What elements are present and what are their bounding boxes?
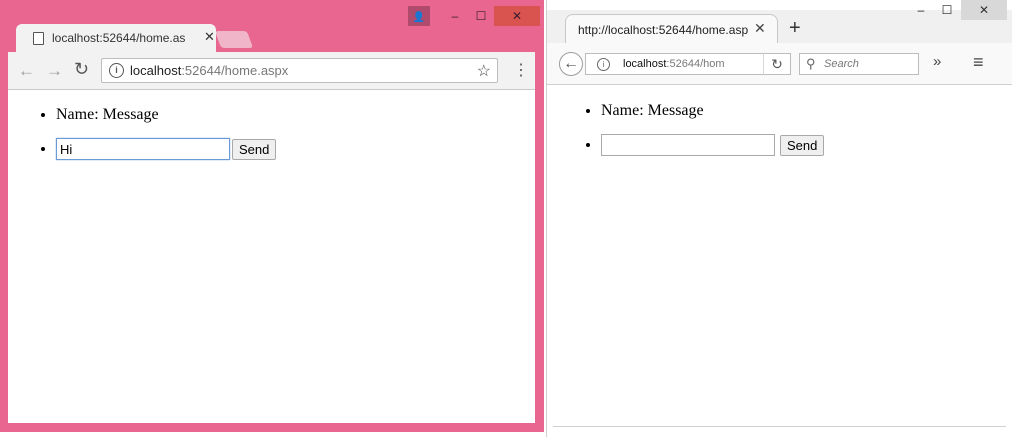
reload-icon[interactable]: ↻ xyxy=(74,59,89,80)
page-icon xyxy=(33,32,44,45)
back-icon[interactable]: ← xyxy=(559,52,583,76)
bottom-divider xyxy=(553,426,1006,427)
back-icon[interactable]: ← xyxy=(18,61,35,81)
bookmark-star-icon[interactable]: ☆ xyxy=(477,61,491,81)
url-path: :52644/hom xyxy=(666,58,725,70)
toolbar: i localhost:52644/hom ← ↻ ⚲ Search » ≡ xyxy=(547,43,1012,85)
maximize-button[interactable]: ☐ xyxy=(472,6,490,26)
send-button[interactable]: Send xyxy=(232,138,277,160)
send-button[interactable]: Send xyxy=(780,134,825,156)
close-tab-icon[interactable]: ✕ xyxy=(754,20,766,37)
forward-icon[interactable]: → xyxy=(46,61,63,81)
message-input[interactable] xyxy=(601,134,775,156)
close-window-button[interactable]: ✕ xyxy=(494,6,540,26)
tab-home[interactable]: localhost:52644/home.aspx ✕ xyxy=(16,24,216,52)
info-icon[interactable]: i xyxy=(597,58,610,71)
tab-title: http://localhost:52644/home.aspx xyxy=(578,23,748,37)
list-item: Name: Message xyxy=(56,106,535,124)
search-icon: ⚲ xyxy=(806,56,816,71)
menu-kebab-icon[interactable]: ⋮ xyxy=(513,60,529,80)
info-icon[interactable]: i xyxy=(109,63,124,78)
tab-title: localhost:52644/home.aspx xyxy=(52,31,186,45)
url-host: localhost xyxy=(623,58,667,70)
message-list: Name: Message Send xyxy=(8,90,535,160)
close-window-button[interactable]: ✕ xyxy=(961,0,1007,20)
firefox-window: http://localhost:52644/home.aspx ✕ + ‒ ☐… xyxy=(546,0,1012,437)
search-placeholder: Search xyxy=(824,58,859,70)
tab-home[interactable]: http://localhost:52644/home.aspx ✕ xyxy=(565,14,778,44)
url-text: localhost:52644/hom xyxy=(623,58,725,70)
new-tab-button[interactable] xyxy=(214,31,254,48)
url-host: localhost xyxy=(130,63,182,78)
message-input[interactable] xyxy=(56,138,230,160)
profile-icon[interactable]: 👤 xyxy=(408,6,430,26)
url-text: localhost:52644/home.aspx xyxy=(130,63,288,78)
url-path: :52644/home.aspx xyxy=(181,63,289,78)
close-tab-icon[interactable]: ✕ xyxy=(204,29,215,45)
overflow-chevron-icon[interactable]: » xyxy=(933,53,941,70)
reload-icon[interactable]: ↻ xyxy=(763,53,791,75)
list-item-input-row: Send xyxy=(601,134,1007,156)
new-tab-button[interactable]: + xyxy=(789,17,801,40)
address-bar[interactable]: i localhost:52644/hom xyxy=(585,53,791,75)
list-item-input-row: Send xyxy=(56,138,535,160)
address-bar[interactable]: i localhost:52644/home.aspx ☆ xyxy=(101,58,498,83)
minimize-button[interactable]: ‒ xyxy=(446,6,464,26)
toolbar: ← → ↻ i localhost:52644/home.aspx ☆ ⋮ xyxy=(8,52,535,90)
minimize-button[interactable]: ‒ xyxy=(911,0,931,20)
list-item: Name: Message xyxy=(601,102,1007,120)
page-viewport: Name: Message Send xyxy=(8,90,535,423)
page-viewport: Name: Message Send xyxy=(553,86,1007,426)
maximize-button[interactable]: ☐ xyxy=(937,0,957,20)
search-box[interactable]: ⚲ Search xyxy=(799,53,919,75)
message-list: Name: Message Send xyxy=(553,86,1007,156)
hamburger-menu-icon[interactable]: ≡ xyxy=(973,52,984,73)
user-icon: 👤 xyxy=(412,12,426,23)
chrome-window: 👤 ‒ ☐ ✕ localhost:52644/home.aspx ✕ ← → … xyxy=(0,0,544,432)
